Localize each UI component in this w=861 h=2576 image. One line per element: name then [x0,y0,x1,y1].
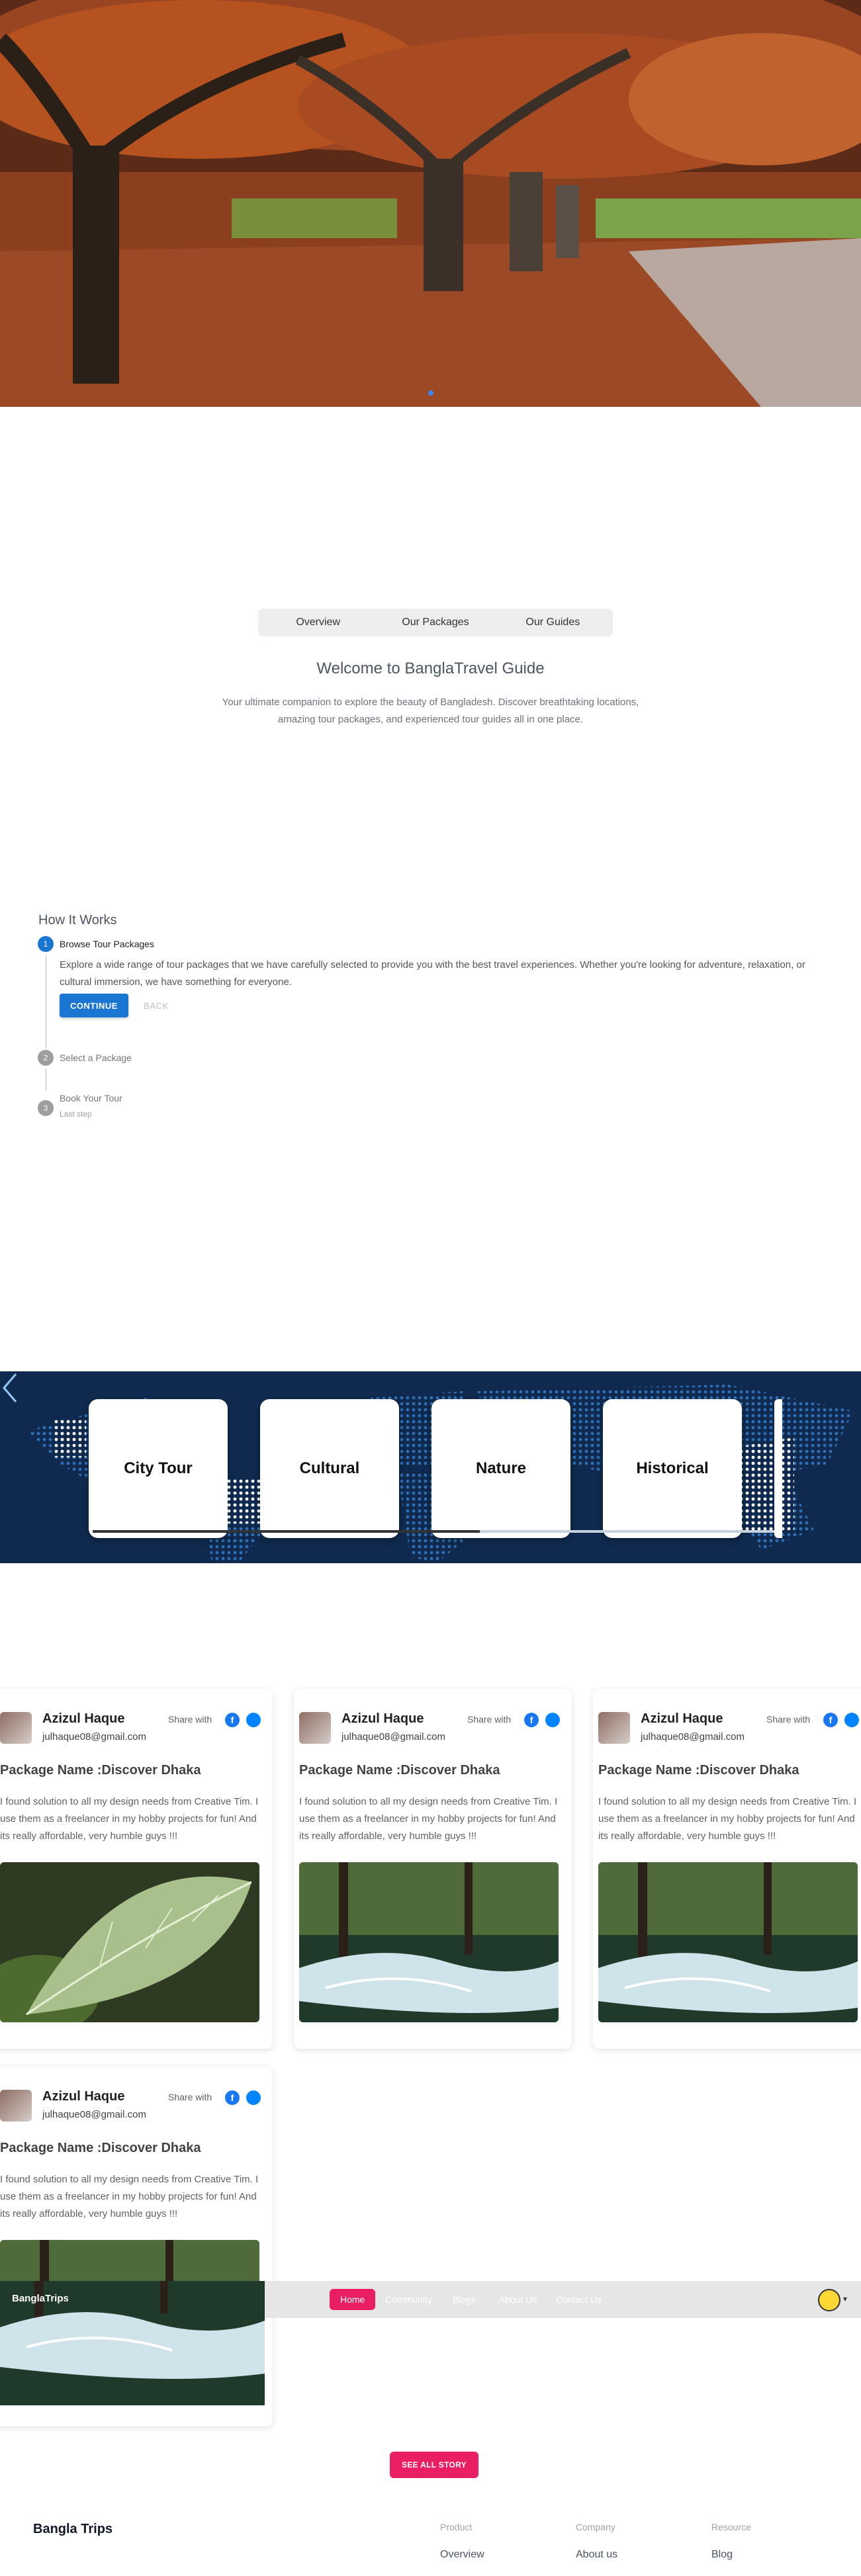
nav-item-community[interactable]: Community [375,2289,443,2310]
leaf-photo [0,1862,259,2022]
welcome-description: Your ultimate companion to explore the b… [222,697,639,725]
facebook-icon[interactable]: f [225,2090,240,2105]
story-package-name: Package Name :Discover Dhaka [598,1763,799,1778]
category-card-cultural[interactable]: Cultural [260,1399,399,1538]
story-author-name: Azizul Haque [641,1711,723,1726]
footer-heading-company: Company [576,2522,615,2532]
story-package-name: Package Name :Discover Dhaka [0,1763,201,1778]
story-photo [299,1862,559,2022]
see-all-story-button[interactable]: SEE ALL STORY [390,2452,478,2478]
avatar [598,1712,630,1744]
story-author-name: Azizul Haque [341,1711,424,1726]
category-card-next-peek[interactable] [774,1399,782,1538]
story-author-name: Azizul Haque [42,2089,125,2104]
story-package-name: Package Name :Discover Dhaka [0,2141,201,2155]
carousel-dot[interactable] [428,390,433,396]
share-label: Share with [168,1714,212,1725]
share-label: Share with [168,2092,212,2102]
footer-link-blog[interactable]: Blog [711,2549,733,2561]
story-card: Azizul Haque julhaque08@gmail.com Share … [294,1689,572,2049]
carousel-dots[interactable] [0,390,861,396]
facebook-icon[interactable]: f [823,1713,838,1727]
how-it-works-title: How It Works [38,913,117,927]
messenger-icon[interactable] [545,1713,560,1727]
story-description: I found solution to all my design needs … [0,1796,259,1842]
facebook-icon[interactable]: f [524,1713,539,1727]
chevron-down-icon[interactable]: ▾ [843,2294,847,2303]
messenger-icon[interactable] [246,2090,261,2105]
story-author-email: julhaque08@gmail.com [42,2109,146,2120]
share-label: Share with [467,1714,512,1725]
category-card-nature[interactable]: Nature [431,1399,570,1538]
step-2-label: Select a Package [60,1052,132,1063]
step-1-circle: 1 [38,936,54,952]
story-card: Azizul Haque julhaque08@gmail.com Share … [593,1689,861,2049]
hero-banner [0,0,861,407]
facebook-icon[interactable]: f [225,1713,240,1727]
messenger-icon[interactable] [844,1713,859,1727]
story-photo [598,1862,858,2022]
carousel-scroll-thumb[interactable] [93,1530,480,1533]
messenger-icon[interactable] [246,1713,261,1727]
tab-our-packages[interactable]: Our Packages [378,611,492,634]
story-photo-overlay: BanglaTrips [0,2281,265,2405]
story-description: I found solution to all my design needs … [598,1796,857,1842]
story-author-email: julhaque08@gmail.com [42,1731,146,1742]
forest-stream-photo [598,1862,858,2022]
footer-brand: Bangla Trips [33,2522,113,2536]
nav-item-blogs[interactable]: Blogs [442,2289,486,2310]
nav-item-about-us[interactable]: About Us [488,2289,548,2310]
carousel-scrollbar[interactable] [93,1530,774,1533]
footer-link-overview[interactable]: Overview [440,2549,484,2561]
story-card: Azizul Haque julhaque08@gmail.com Share … [0,1689,273,2049]
footer-heading-resource: Resource [711,2522,751,2532]
autumn-trees-image [0,0,861,407]
story-author-name: Azizul Haque [42,1711,125,1726]
story-author-email: julhaque08@gmail.com [341,1731,445,1742]
category-carousel: City Tour Cultural Nature Historical [0,1371,861,1563]
tab-our-guides[interactable]: Our Guides [496,611,610,634]
welcome-title: Welcome to BanglaTravel Guide [316,660,545,677]
chevron-left-icon[interactable] [0,1371,20,1404]
nav-item-contact-us[interactable]: Contact Us [545,2289,612,2310]
step-3-label: Book Your Tour [60,1093,122,1103]
share-label: Share with [766,1714,811,1725]
nav-item-home[interactable]: Home [330,2289,376,2310]
user-avatar[interactable] [818,2289,840,2311]
step-description: Explore a wide range of tour packages th… [60,959,805,988]
forest-stream-photo [299,1862,559,2022]
avatar [0,1712,32,1744]
category-label: Cultural [299,1459,360,1477]
step-3-sublabel: Last step [60,1109,92,1119]
category-label: City Tour [124,1459,193,1477]
category-card-historical[interactable]: Historical [603,1399,742,1538]
continue-button[interactable]: CONTINUE [60,994,128,1017]
story-package-name: Package Name :Discover Dhaka [299,1763,500,1778]
footer-heading-product: Product [440,2522,473,2532]
story-description: I found solution to all my design needs … [0,2174,259,2219]
story-photo [0,1862,259,2022]
avatar [299,1712,331,1744]
step-1-label: Browse Tour Packages [60,939,154,949]
navbar-brand-overlay: BanglaTrips [12,2293,69,2304]
category-card-city-tour[interactable]: City Tour [89,1399,228,1538]
story-author-email: julhaque08@gmail.com [641,1731,745,1742]
tab-overview[interactable]: Overview [261,611,375,634]
story-description: I found solution to all my design needs … [299,1796,558,1842]
footer-link-about-us[interactable]: About us [576,2549,617,2561]
category-label: Historical [636,1459,709,1477]
step-3-circle: 3 [38,1100,54,1116]
category-label: Nature [475,1459,527,1477]
step-2-circle: 2 [38,1050,54,1066]
avatar [0,2090,32,2122]
back-button[interactable]: BACK [136,994,176,1017]
overview-tabs: Overview Our Packages Our Guides [258,609,613,636]
